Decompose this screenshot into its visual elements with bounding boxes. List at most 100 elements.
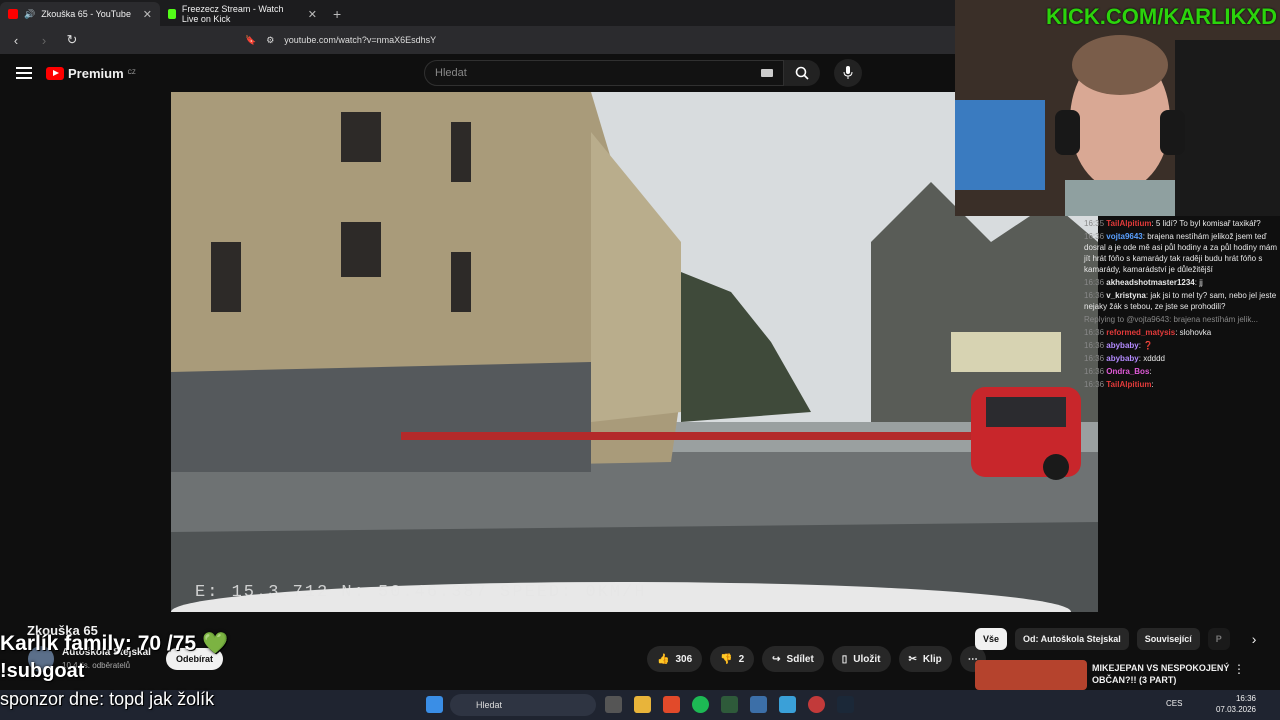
recommended-title: MIKEJEPAN VS NESPOKOJENÝ OBČAN?!! (3 PAR… bbox=[1092, 663, 1230, 685]
save-label: Uložit bbox=[853, 653, 881, 665]
address-bar[interactable]: 🔖 ⚙ youtube.com/watch?v=nmaX6EsdhsY bbox=[245, 30, 945, 50]
chat-time: 16:36 bbox=[1084, 291, 1105, 300]
dashcam-overlay: E: 15.3.712 N: 50.46.387 SPEED: 0KM/H bbox=[195, 583, 647, 602]
chat-message: 16:36 abybaby: ❓ bbox=[1084, 341, 1154, 350]
chat-time: 16:35 bbox=[1084, 219, 1105, 228]
chip-partial[interactable]: P bbox=[1207, 628, 1230, 650]
url-text: youtube.com/watch?v=nmaX6EsdhsY bbox=[284, 35, 437, 45]
voice-search-button[interactable] bbox=[834, 59, 862, 87]
bookmark-add-icon: ▯ bbox=[841, 653, 848, 665]
share-button[interactable]: ↪ Sdílet bbox=[762, 646, 824, 672]
site-info-icon[interactable]: ⚙ bbox=[266, 35, 274, 46]
youtube-logo[interactable]: Premium CZ bbox=[46, 66, 136, 81]
chat-text: ❓ bbox=[1143, 341, 1154, 350]
close-tab-icon[interactable]: ✕ bbox=[143, 8, 152, 21]
chat-username[interactable]: TailAlpitium bbox=[1106, 219, 1151, 228]
chat-message: 16:36 vojta9643: brajena nestíhám jeliko… bbox=[1084, 232, 1277, 274]
chat-text: slohovka bbox=[1179, 328, 1212, 337]
chat-message: Replying to @vojta9643: brajena nestíhám… bbox=[1084, 314, 1280, 325]
tab-title: Zkouška 65 - YouTube bbox=[41, 9, 131, 19]
chat-time: 16:36 bbox=[1084, 278, 1105, 287]
stream-chat: 16:35 TailAlpitium: 5 lidí? To byl komis… bbox=[1084, 218, 1280, 518]
brave-browser-icon[interactable] bbox=[663, 696, 680, 713]
app-icon-3[interactable] bbox=[779, 696, 796, 713]
chat-username[interactable]: abybaby bbox=[1106, 341, 1138, 350]
tab-title: Freezecz Stream - Watch Live on Kick bbox=[181, 4, 284, 24]
search-input[interactable]: Hledat bbox=[424, 60, 784, 86]
chat-text: jj bbox=[1199, 278, 1203, 287]
close-tab-icon[interactable]: ✕ bbox=[308, 8, 317, 21]
logo-region: CZ bbox=[127, 70, 136, 76]
spotify-icon[interactable] bbox=[692, 696, 709, 713]
chat-username[interactable]: reformed_matysis bbox=[1106, 328, 1175, 337]
app-icon[interactable] bbox=[721, 696, 738, 713]
clock-time: 16:36 bbox=[1235, 694, 1256, 703]
recommended-video[interactable]: MIKEJEPAN VS NESPOKOJENÝ OBČAN?!! (3 PAR… bbox=[975, 660, 1275, 690]
app-icon-2[interactable] bbox=[750, 696, 767, 713]
windows-start-icon[interactable] bbox=[426, 696, 443, 713]
more-vert-icon[interactable]: ⋮ bbox=[1233, 662, 1245, 676]
file-explorer-icon[interactable] bbox=[634, 696, 651, 713]
chip-related[interactable]: Související bbox=[1136, 628, 1200, 650]
video-actions: 👍 306 👎 2 ↪ Sdílet ▯ Uložit ✂ Klip ⋯ bbox=[647, 646, 986, 672]
webcam-frame bbox=[955, 0, 1280, 216]
chat-time: 16:36 bbox=[1084, 380, 1105, 389]
youtube-favicon-icon bbox=[8, 9, 18, 19]
chevron-right-icon[interactable]: › bbox=[1252, 631, 1257, 647]
back-icon[interactable]: ‹ bbox=[8, 33, 24, 48]
chat-username[interactable]: akheadshotmaster1234 bbox=[1106, 278, 1195, 287]
chip-all[interactable]: Vše bbox=[975, 628, 1008, 650]
chat-username[interactable]: v_kristyna bbox=[1106, 291, 1146, 300]
taskbar-search[interactable]: Hledat bbox=[450, 694, 596, 716]
chat-username[interactable]: Ondra_Bos bbox=[1106, 367, 1149, 376]
chat-message: 16:36 Ondra_Bos: bbox=[1084, 367, 1152, 376]
taskbar-clock[interactable]: 16:36 07.03.2026 bbox=[1216, 693, 1256, 715]
related-filter-chips: Vše Od: Autoškola Stejskal Související P… bbox=[975, 628, 1256, 650]
search-icon bbox=[795, 66, 809, 80]
menu-icon[interactable] bbox=[16, 67, 32, 79]
streamer-webcam bbox=[955, 0, 1280, 216]
steam-icon[interactable] bbox=[837, 696, 854, 713]
chat-message: 16:36 akheadshotmaster1234: jj bbox=[1084, 278, 1203, 287]
chat-message: 16:36 v_kristyna: jak jsi to mel ty? sam… bbox=[1084, 291, 1277, 311]
chip-channel[interactable]: Od: Autoškola Stejskal bbox=[1015, 628, 1129, 650]
tab-kick[interactable]: Freezecz Stream - Watch Live on Kick ✕ bbox=[160, 2, 325, 26]
language-indicator[interactable]: CES bbox=[1166, 699, 1182, 708]
reload-icon[interactable]: ↻ bbox=[64, 32, 80, 48]
like-count: 306 bbox=[675, 653, 693, 665]
clock-date: 07.03.2026 bbox=[1215, 705, 1256, 714]
dislike-button[interactable]: 👎 2 bbox=[710, 646, 755, 672]
clip-button[interactable]: ✂ Klip bbox=[898, 646, 952, 672]
save-button[interactable]: ▯ Uložit bbox=[831, 646, 891, 672]
sponsor-overlay: sponzor dne: topd jak žolík bbox=[0, 689, 215, 709]
chat-username[interactable]: TailAlpitium bbox=[1106, 380, 1151, 389]
youtube-play-icon bbox=[46, 66, 64, 80]
subgoat-command-overlay: !subgoat bbox=[0, 660, 85, 682]
chat-time: 16:36 bbox=[1084, 367, 1105, 376]
chat-text: Replying to @vojta9643: brajena nestíhám… bbox=[1084, 315, 1258, 324]
chat-username[interactable]: vojta9643 bbox=[1106, 232, 1142, 241]
chat-text: 5 lidí? To byl komisař taxikář? bbox=[1155, 219, 1261, 228]
share-icon: ↪ bbox=[772, 653, 781, 665]
search-button[interactable] bbox=[784, 60, 820, 86]
clip-label: Klip bbox=[922, 653, 942, 665]
chat-message: 16:36 abybaby: xdddd bbox=[1084, 354, 1165, 363]
bookmark-icon[interactable]: 🔖 bbox=[245, 35, 256, 46]
search-placeholder: Hledat bbox=[435, 67, 467, 79]
speaker-icon: 🔊 bbox=[24, 8, 36, 19]
chat-text: xdddd bbox=[1143, 354, 1165, 363]
chat-time: 16:36 bbox=[1084, 354, 1105, 363]
new-tab-button[interactable]: + bbox=[325, 2, 349, 26]
kick-favicon-icon bbox=[168, 9, 176, 19]
forward-icon[interactable]: › bbox=[36, 33, 52, 48]
like-button[interactable]: 👍 306 bbox=[647, 646, 703, 672]
scissors-icon: ✂ bbox=[908, 653, 917, 665]
chat-message: 16:36 TailAlpitium: bbox=[1084, 380, 1154, 389]
tab-youtube[interactable]: 🔊 Zkouška 65 - YouTube ✕ bbox=[0, 2, 160, 26]
app-icon-4[interactable] bbox=[808, 696, 825, 713]
dislike-count: 2 bbox=[738, 653, 745, 665]
task-view-icon[interactable] bbox=[605, 696, 622, 713]
keyboard-icon[interactable] bbox=[761, 69, 773, 77]
chat-username[interactable]: abybaby bbox=[1106, 354, 1138, 363]
chat-time: 16:36 bbox=[1084, 328, 1105, 337]
